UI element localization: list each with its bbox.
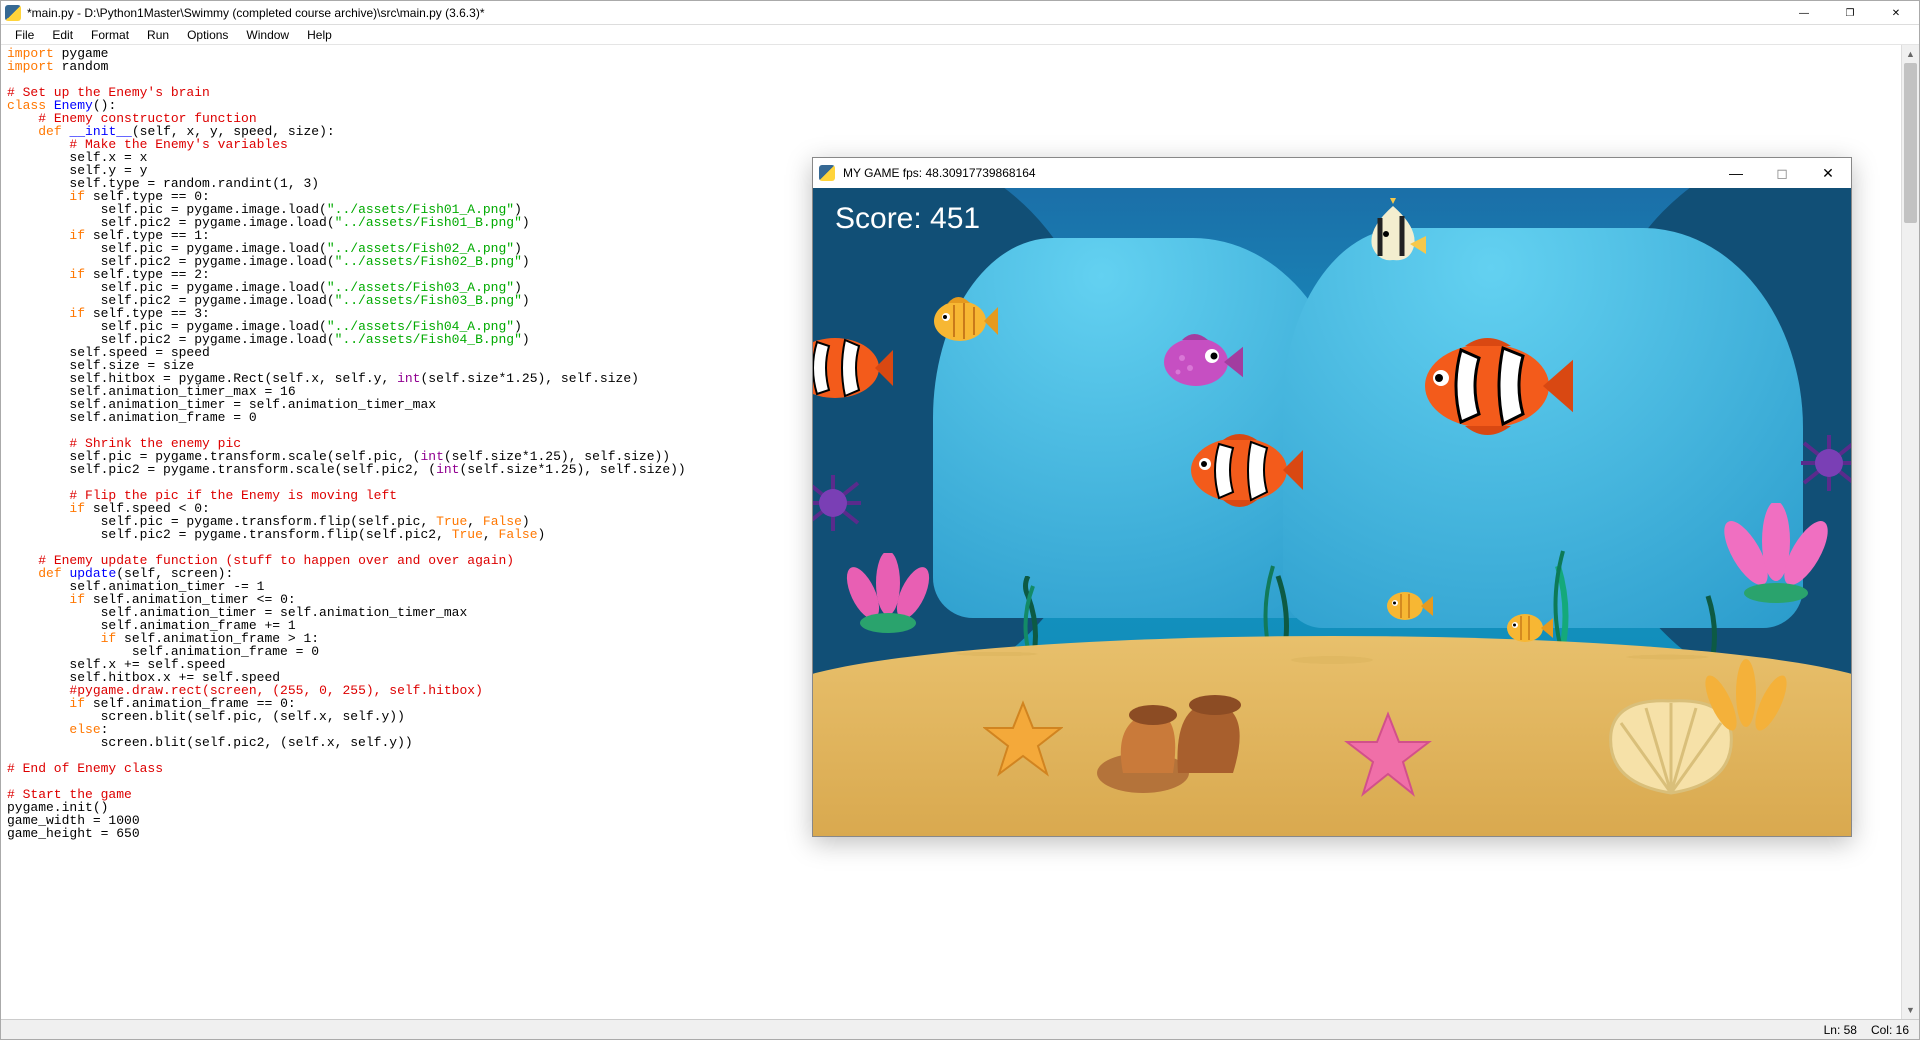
game-minimize-button[interactable]: — [1713, 158, 1759, 188]
scroll-down-icon[interactable]: ▼ [1902, 1001, 1919, 1019]
fish-clownfish-large [1413, 328, 1573, 443]
menu-edit[interactable]: Edit [44, 26, 81, 44]
idle-title: *main.py - D:\Python1Master\Swimmy (comp… [27, 6, 484, 20]
menu-window[interactable]: Window [238, 26, 297, 44]
game-titlebar[interactable]: MY GAME fps: 48.30917739868164 — ◻ ✕ [813, 158, 1851, 188]
python-icon [5, 5, 21, 21]
sea-urchin [813, 473, 863, 536]
pygame-icon [819, 165, 835, 181]
scrollbar-thumb[interactable] [1904, 63, 1917, 223]
yellow-coral [1701, 653, 1791, 746]
idle-menubar: File Edit Format Run Options Window Help [1, 25, 1919, 45]
menu-options[interactable]: Options [179, 26, 236, 44]
status-bar: Ln: 58 Col: 16 [1, 1019, 1919, 1039]
status-col: Col: 16 [1871, 1023, 1909, 1037]
menu-format[interactable]: Format [83, 26, 137, 44]
status-line: Ln: 58 [1824, 1023, 1857, 1037]
maximize-button[interactable]: ❐ [1827, 1, 1873, 25]
fish-player-purple [1158, 328, 1243, 393]
fish-yellow-small [1503, 608, 1553, 648]
starfish [983, 698, 1063, 781]
vertical-scrollbar[interactable]: ▲ ▼ [1901, 45, 1919, 1019]
close-button[interactable]: ✕ [1873, 1, 1919, 25]
score-label: Score: 451 [835, 202, 980, 236]
idle-titlebar[interactable]: *main.py - D:\Python1Master\Swimmy (comp… [1, 1, 1919, 25]
menu-help[interactable]: Help [299, 26, 340, 44]
fish-clownfish [813, 328, 893, 408]
game-close-button[interactable]: ✕ [1805, 158, 1851, 188]
fish-yellow [928, 293, 998, 348]
game-canvas[interactable]: Score: 451 [813, 188, 1851, 836]
scroll-up-icon[interactable]: ▲ [1902, 45, 1919, 63]
fish-yellow-small [1383, 586, 1433, 626]
menu-file[interactable]: File [7, 26, 42, 44]
minimize-button[interactable]: — [1781, 1, 1827, 25]
menu-run[interactable]: Run [139, 26, 177, 44]
rock-cluster [1093, 673, 1273, 796]
pink-coral [1721, 503, 1831, 606]
starfish-pink [1343, 708, 1433, 801]
game-title: MY GAME fps: 48.30917739868164 [843, 166, 1036, 180]
pygame-window: MY GAME fps: 48.30917739868164 — ◻ ✕ [812, 157, 1852, 837]
sea-urchin [1799, 433, 1851, 496]
fish-clownfish [1183, 428, 1303, 513]
game-maximize-button[interactable]: ◻ [1759, 158, 1805, 188]
fish-angelfish [1358, 198, 1428, 268]
